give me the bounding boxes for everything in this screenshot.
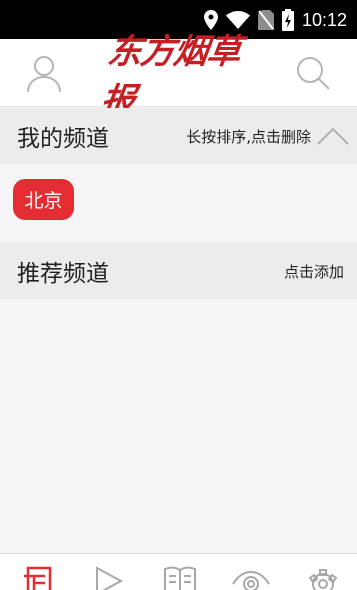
user-icon[interactable]	[24, 53, 64, 93]
my-channels-list: 北京	[0, 164, 357, 243]
recommended-channels-title: 推荐频道	[17, 261, 109, 287]
gear-icon[interactable]	[306, 564, 340, 590]
bottom-tab-bar	[0, 553, 357, 590]
clock-text: 10:12	[301, 9, 347, 30]
eye-icon[interactable]	[231, 564, 271, 590]
my-channels-header: 我的频道 长按排序,点击删除	[0, 108, 357, 164]
battery-charging-icon	[281, 9, 294, 31]
recommended-channels-hint: 点击添加	[283, 262, 344, 281]
chevron-up-icon[interactable]	[316, 122, 350, 150]
my-channels-title: 我的频道	[17, 126, 109, 152]
recommended-channels-header: 推荐频道 点击添加	[0, 243, 357, 299]
my-channels-hint: 长按排序,点击删除	[186, 127, 311, 146]
book-icon[interactable]	[163, 564, 197, 590]
search-icon[interactable]	[293, 53, 333, 93]
channel-chip-beijing[interactable]: 北京	[13, 179, 74, 220]
app-bar: 东方烟草报	[0, 32, 357, 121]
app-logo: 东方烟草报	[98, 32, 243, 121]
news-icon[interactable]	[22, 564, 56, 590]
play-icon[interactable]	[92, 564, 126, 590]
